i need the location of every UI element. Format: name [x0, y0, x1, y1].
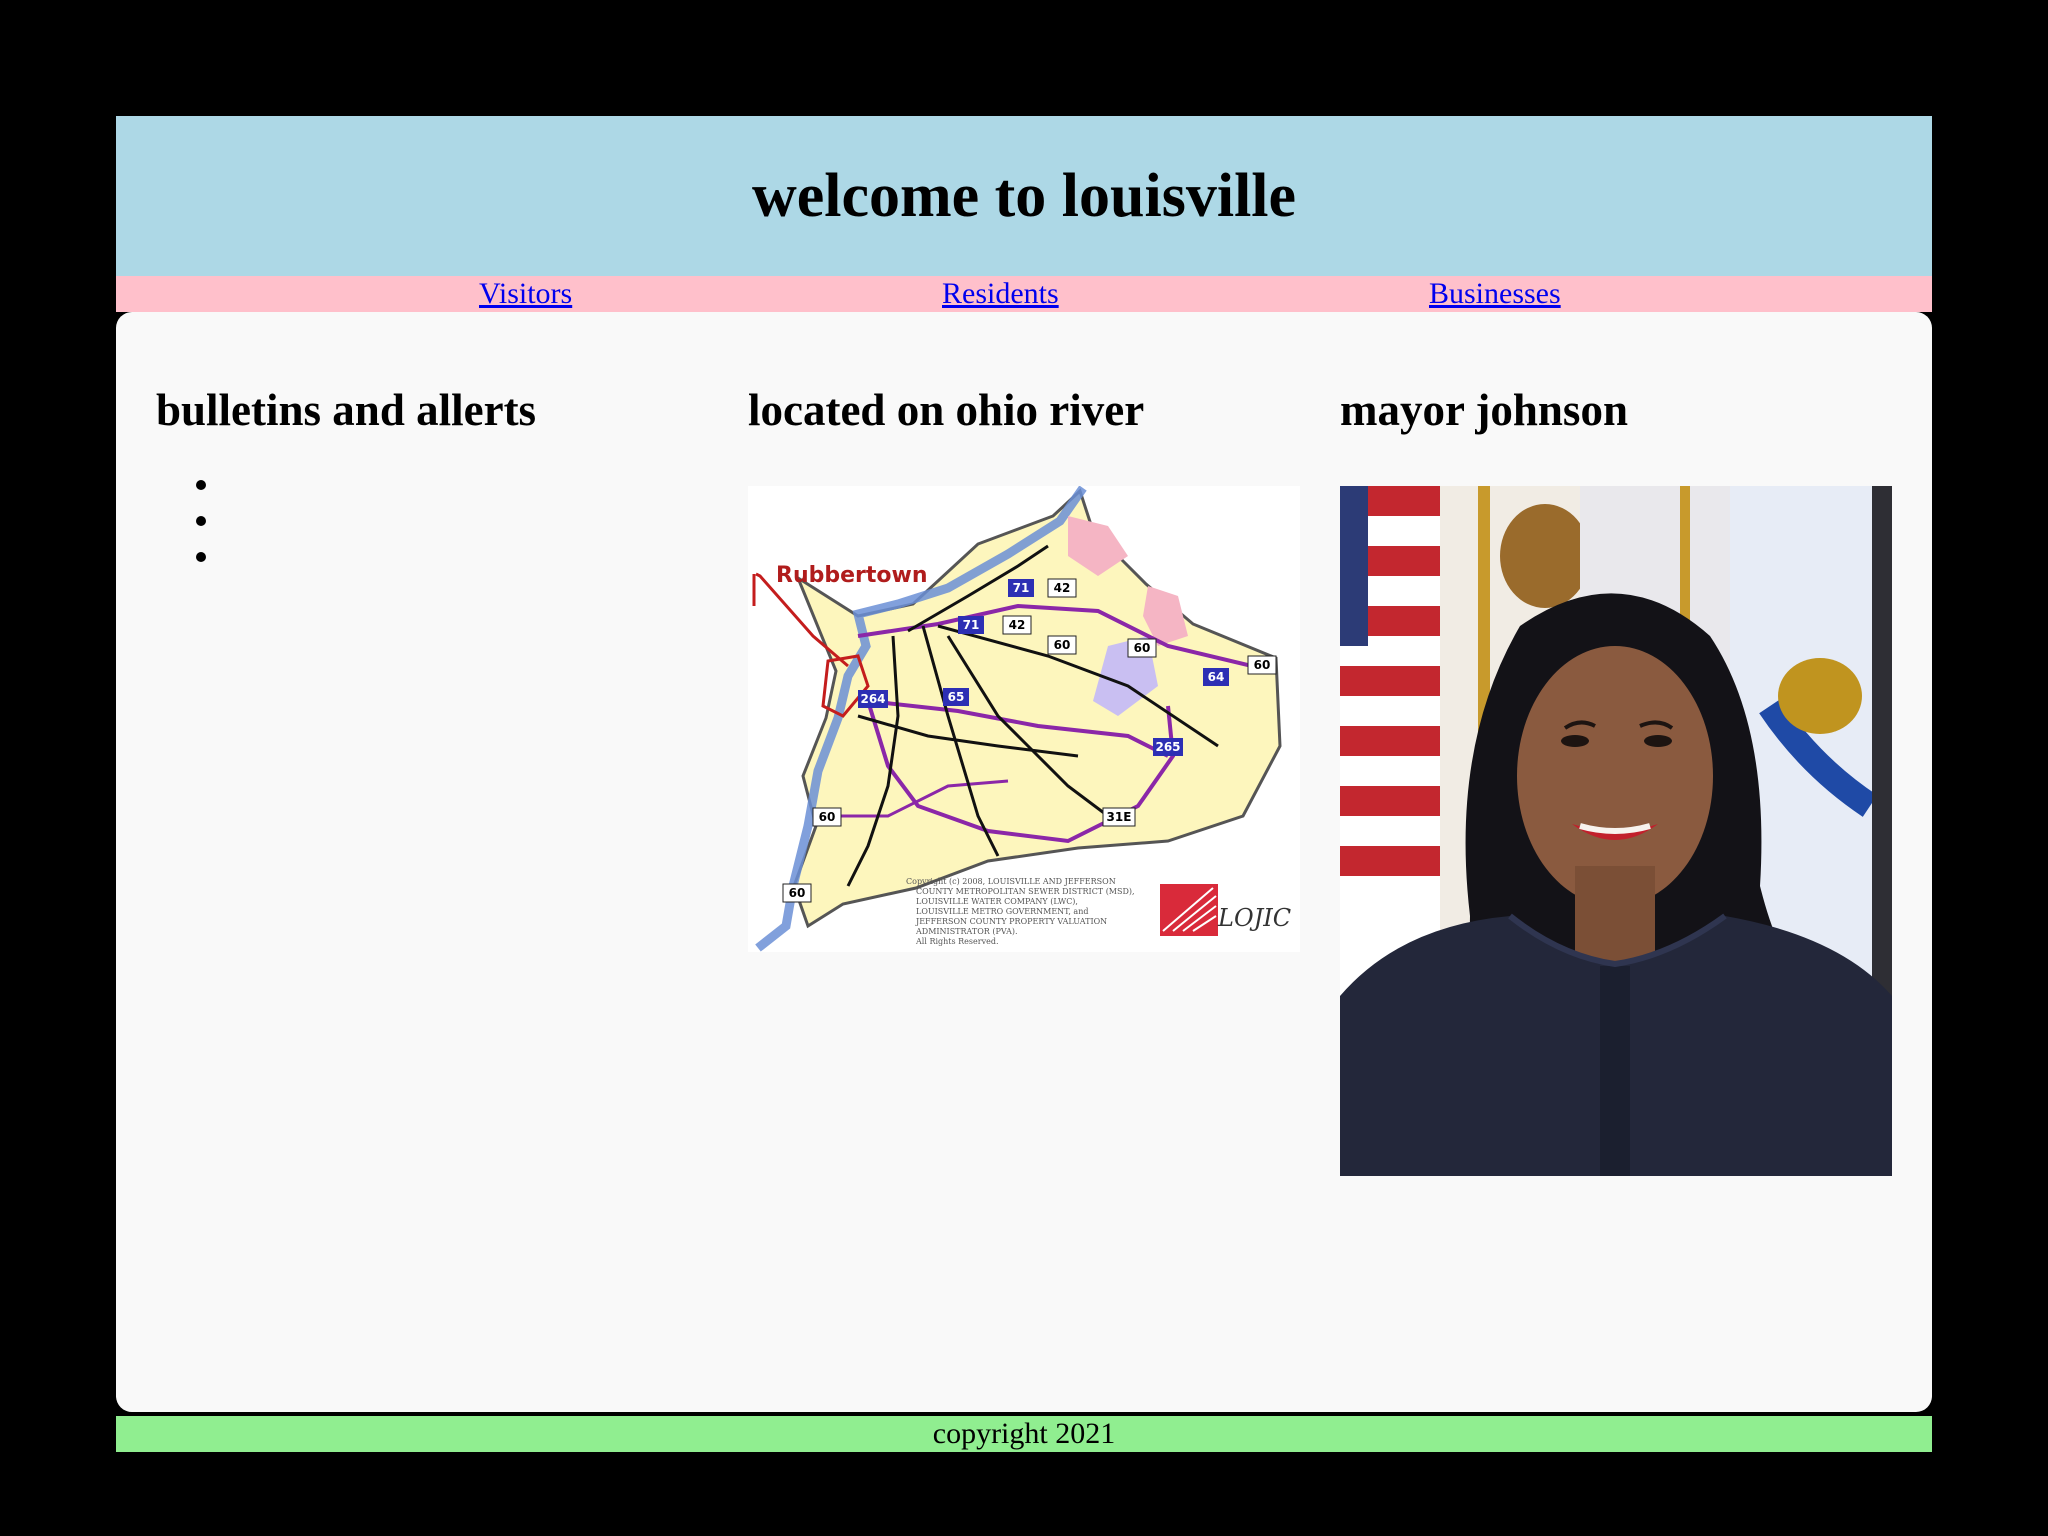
map-copyright-line: LOUISVILLE METRO GOVERNMENT, and [916, 907, 1088, 916]
route-shield: 60 [819, 810, 836, 824]
map-logo-text: LOJIC [1217, 904, 1291, 932]
nav-link-residents[interactable]: Residents [942, 276, 1059, 312]
route-shield: 60 [1134, 641, 1151, 655]
map-copyright-line: Copyright (c) 2008, LOUISVILLE AND JEFFE… [906, 877, 1116, 886]
map-copyright-line: JEFFERSON COUNTY PROPERTY VALUATION [915, 917, 1107, 926]
route-shield: 64 [1208, 670, 1225, 684]
mayor-column: mayor johnson [1340, 312, 1892, 1412]
nav-link-visitors[interactable]: Visitors [479, 276, 572, 312]
page-title: welcome to louisville [751, 162, 1297, 230]
route-shield: 60 [1254, 658, 1271, 672]
map-callout-label: Rubbertown [776, 563, 928, 588]
route-shield: 60 [1054, 638, 1071, 652]
nav-bar: Visitors Residents Businesses [116, 276, 1932, 312]
nav-link-businesses[interactable]: Businesses [1429, 276, 1561, 312]
map-copyright-line: All Rights Reserved. [915, 937, 999, 946]
route-shield: 42 [1054, 581, 1071, 595]
river-column: located on ohio river Rubbertown 71 42 4… [748, 312, 1300, 1412]
louisville-map-image: Rubbertown 71 42 42 71 60 60 64 60 264 6… [748, 486, 1300, 952]
footer-copyright: copyright 2021 [932, 1417, 1116, 1450]
route-shield: 42 [1009, 618, 1026, 632]
page: welcome to louisville Visitors Residents… [116, 116, 1932, 1452]
bulletins-column: bulletins and allerts [156, 312, 708, 1412]
map-copyright-line: COUNTY METROPOLITAN SEWER DISTRICT (MSD)… [916, 887, 1135, 896]
route-shield: 65 [948, 690, 965, 704]
river-heading: located on ohio river [748, 385, 1145, 435]
route-shield: 265 [1155, 740, 1180, 754]
route-shield: 60 [789, 886, 806, 900]
list-item [196, 552, 206, 562]
route-shield: 264 [860, 692, 885, 706]
list-item [196, 480, 206, 490]
mayor-photo [1340, 486, 1892, 1176]
route-shield: 71 [1013, 581, 1030, 595]
bulletins-heading: bulletins and allerts [156, 385, 537, 435]
list-item [196, 516, 206, 526]
route-shield: 71 [963, 618, 980, 632]
mayor-heading: mayor johnson [1340, 385, 1628, 435]
footer: copyright 2021 [116, 1416, 1932, 1452]
main-content: bulletins and allerts located on ohio ri… [116, 312, 1932, 1412]
map-copyright-line: ADMINISTRATOR (PVA). [915, 927, 1018, 936]
header-banner: welcome to louisville [116, 116, 1932, 276]
bulletins-list [196, 480, 206, 588]
map-copyright-line: LOUISVILLE WATER COMPANY (LWC), [916, 897, 1078, 906]
route-shield: 31E [1107, 810, 1132, 824]
